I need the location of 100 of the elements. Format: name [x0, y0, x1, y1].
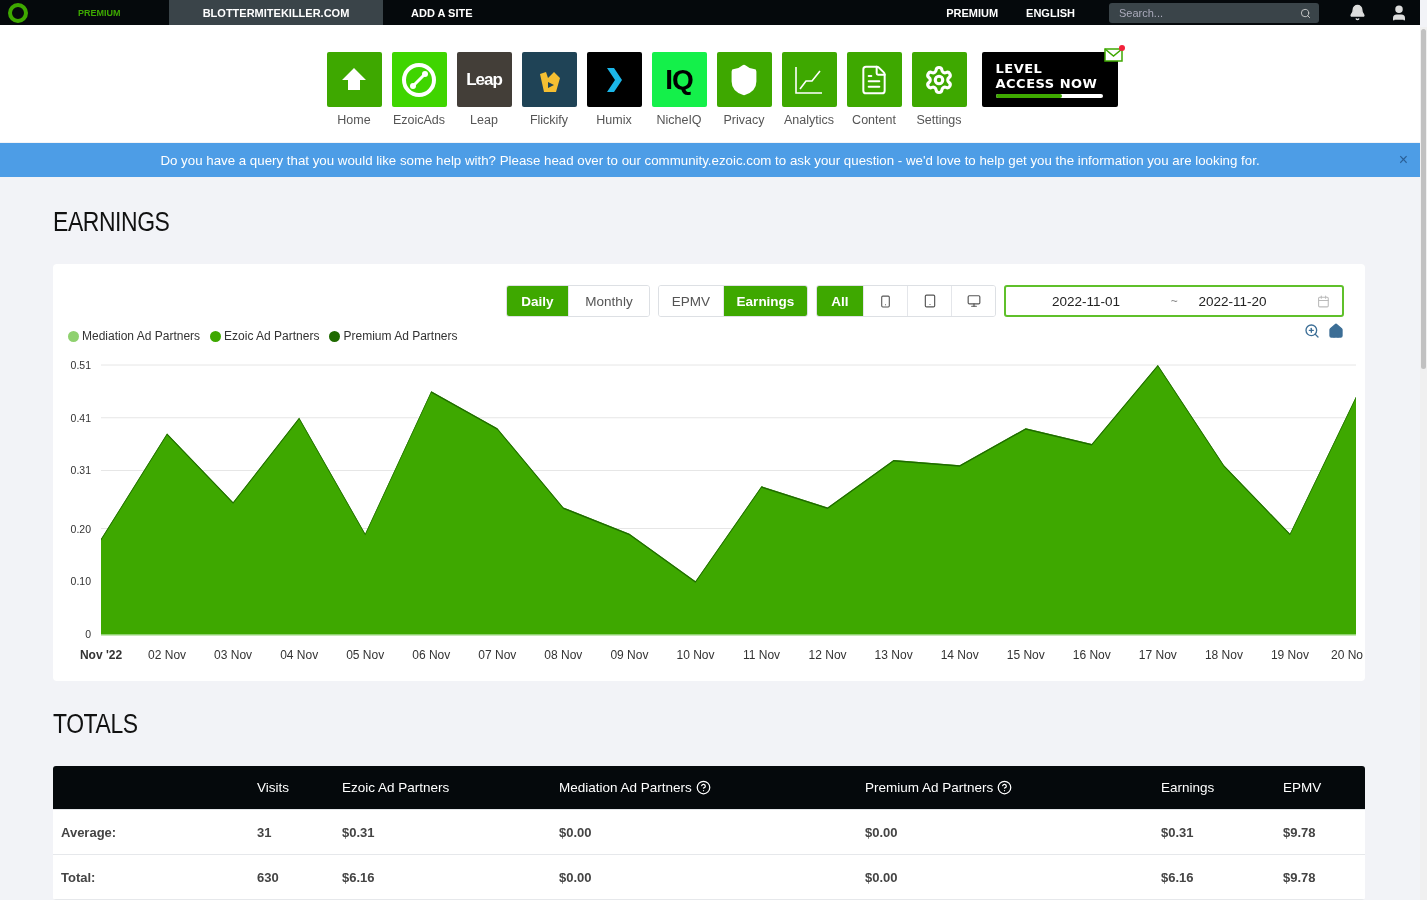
y-axis-label: 0.20 [70, 522, 91, 535]
column-header: EPMV [1283, 780, 1323, 795]
iq-logo: IQ [665, 63, 693, 96]
x-axis-label: 14 Nov [940, 648, 979, 662]
section-title: EARNINGS [53, 207, 171, 238]
legend-item[interactable]: Ezoic Ad Partners [210, 329, 320, 343]
y-axis-label: 0.10 [70, 575, 91, 588]
logo-subtitle: PREMIUM [78, 7, 121, 18]
ezoicads-app-tile[interactable] [391, 52, 447, 108]
x-axis-label: 15 Nov [1006, 648, 1045, 662]
x-axis-label: 20 No [1330, 648, 1363, 662]
column-header: Visits [257, 780, 290, 795]
search-icon [1300, 7, 1311, 19]
flickify-app-tile[interactable] [521, 52, 577, 108]
column-header: Earnings [1161, 780, 1216, 795]
nav-link[interactable]: PREMIUM [932, 0, 1013, 26]
column-header: Ezoic Ad Partners [342, 780, 451, 795]
table-cell-text: $0.00 [865, 824, 899, 840]
granularity-toggle[interactable]: Monthly [568, 286, 649, 316]
search-field[interactable]: Search... [1117, 6, 1296, 20]
y-axis-label: 0.31 [70, 464, 91, 477]
table-cell-text: $6.16 [342, 869, 376, 885]
analytics-app-tile[interactable] [781, 52, 837, 108]
phone-icon [879, 294, 892, 308]
app-label: Leap [470, 113, 498, 128]
x-axis-label: 07 Nov [478, 648, 517, 662]
help-icon[interactable] [695, 780, 711, 795]
promo-text: LEVEL [995, 61, 1044, 77]
y-axis-label: 0 [85, 628, 91, 640]
x-axis-label: 06 Nov [412, 648, 451, 662]
x-axis-label: 18 Nov [1204, 648, 1243, 662]
content-app-tile[interactable] [846, 52, 902, 108]
app-label: Content [852, 113, 896, 128]
table-cell-text: $0.00 [559, 869, 593, 885]
y-axis-label: 0.41 [70, 411, 91, 424]
app-label: Humix [596, 113, 632, 128]
table-cell-text: $6.16 [1161, 869, 1195, 885]
help-icon[interactable] [997, 780, 1013, 795]
chevron-icon [604, 66, 624, 93]
nav-link[interactable]: ENGLISH [1012, 0, 1089, 26]
x-axis-label: 10 Nov [676, 648, 715, 662]
x-axis-label: Nov '22 [79, 648, 123, 662]
x-axis-label: 13 Nov [874, 648, 913, 662]
table-cell-text: 630 [257, 869, 280, 885]
x-axis-label: 17 Nov [1138, 648, 1177, 662]
promo-banner[interactable]: LEVEL ACCESS NOW [981, 52, 1118, 108]
device-toggle[interactable] [951, 286, 995, 316]
app-label: Flickify [529, 113, 569, 128]
app-label: Home [337, 113, 371, 128]
row-label: Average: [61, 824, 118, 840]
zoom-in-icon[interactable] [1304, 323, 1320, 339]
row-label: Total: [61, 869, 97, 885]
banner-message: Do you have a query that you would like some help with? Please head over to our community.ezoic.com to ask your question - we'd love to help get you the information you are looking for. [160, 152, 1260, 168]
tablet-icon [922, 294, 937, 308]
app-label: Analytics [784, 113, 834, 128]
user-icon[interactable] [1390, 3, 1408, 22]
x-axis-label: 12 Nov [808, 648, 847, 662]
x-axis-label: 09 Nov [610, 648, 649, 662]
monitor-icon [966, 294, 981, 308]
legend-item[interactable]: Mediation Ad Partners [68, 329, 201, 343]
settings-icon [924, 64, 954, 95]
x-axis-label: 02 Nov [148, 648, 187, 662]
date-range-field[interactable]: 2022-11-01 ~ 2022-11-20 [1004, 285, 1344, 317]
table-cell-text: 31 [257, 824, 273, 840]
home-app-tile[interactable] [326, 52, 382, 108]
bell-icon[interactable] [1349, 4, 1366, 22]
leap-logo: Leap [466, 69, 502, 90]
y-axis-label: 0.51 [70, 359, 91, 371]
x-axis-label: 05 Nov [346, 648, 385, 662]
promo-text: ACCESS NOW [995, 76, 1099, 92]
column-header: Mediation Ad Partners [559, 780, 865, 795]
nicheiq-app-tile[interactable]: IQ [651, 52, 707, 108]
settings-app-tile[interactable] [911, 52, 967, 108]
legend-item[interactable]: Premium Ad Partners [329, 329, 458, 343]
site-tab[interactable]: BLOTTERMITEKILLER.COM [169, 0, 383, 26]
privacy-app-tile[interactable] [716, 52, 772, 108]
search-box[interactable]: Search... [1109, 3, 1319, 23]
table-cell-text: $9.78 [1283, 869, 1317, 885]
table-cell-text: $0.00 [865, 869, 899, 885]
x-axis-label: 08 Nov [544, 648, 583, 662]
app-label: Settings [916, 113, 962, 128]
app-label: Privacy [723, 113, 765, 128]
section-title: TOTALS [53, 709, 139, 740]
line-chart-icon [794, 64, 824, 95]
nav-link[interactable]: ADD A SITE [383, 0, 487, 26]
column-header: Premium Ad Partners [865, 780, 1161, 795]
x-axis-label: 19 Nov [1270, 648, 1309, 662]
mail-icon[interactable] [1103, 44, 1126, 65]
x-axis-label: 11 Nov [742, 648, 781, 662]
calendar-icon [1317, 294, 1330, 308]
x-axis-label: 04 Nov [280, 648, 319, 662]
home-icon[interactable] [1328, 323, 1344, 339]
table-cell-text: $0.31 [1161, 824, 1195, 840]
table-cell-text: $0.00 [559, 824, 593, 840]
app-label: EzoicAds [392, 113, 446, 128]
humix-app-tile[interactable] [586, 52, 642, 108]
x-axis-label: 16 Nov [1072, 648, 1111, 662]
table-cell-text: $0.31 [342, 824, 376, 840]
app-label: NicheIQ [656, 113, 702, 128]
leap-app-tile[interactable]: Leap [456, 52, 512, 108]
